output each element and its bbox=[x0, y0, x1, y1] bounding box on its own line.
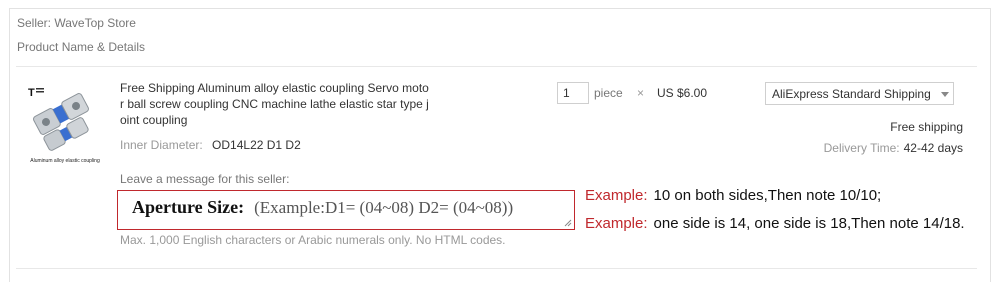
coupling-product-image: T Aluminum alloy elastic coupling bbox=[28, 87, 100, 164]
example-note: Example: 10 on both sides,Then note 10/10… bbox=[585, 187, 881, 204]
attribute-value: OD14L22 D1 D2 bbox=[212, 138, 301, 152]
aperture-label: Aperture Size: bbox=[132, 197, 245, 217]
divider bbox=[16, 66, 977, 67]
example-key: Example: bbox=[585, 187, 648, 204]
resize-handle-icon[interactable] bbox=[564, 219, 572, 227]
unit-price: US $6.00 bbox=[657, 86, 708, 100]
seller-name: Seller: WaveTop Store bbox=[17, 16, 136, 30]
multiply-symbol: × bbox=[637, 86, 645, 100]
divider bbox=[16, 268, 977, 269]
thumbnail-caption: Aluminum alloy elastic coupling bbox=[30, 158, 100, 164]
chevron-down-icon bbox=[941, 92, 949, 97]
product-thumbnail[interactable]: T Aluminum alloy elastic coupling bbox=[26, 82, 104, 166]
svg-text:T: T bbox=[28, 87, 35, 99]
seller-message-textarea[interactable]: Aperture Size: (Example:D1= (04~08) D2= (… bbox=[117, 190, 575, 230]
product-title[interactable]: Free Shipping Aluminum alloy elastic cou… bbox=[120, 80, 430, 128]
example-key: Example: bbox=[585, 215, 648, 232]
section-header: Product Name & Details bbox=[17, 40, 146, 54]
attribute-label: Inner Diameter: bbox=[120, 138, 203, 152]
delivery-label: Delivery Time: bbox=[823, 141, 900, 155]
example-text: 10 on both sides,Then note 10/10; bbox=[653, 187, 882, 204]
delivery-time: Delivery Time: 42-42 days bbox=[824, 141, 963, 155]
shipping-cost: Free shipping bbox=[890, 120, 963, 134]
example-text: one side is 14, one side is 18,Then note… bbox=[653, 215, 965, 232]
shipping-method-select[interactable]: AliExpress Standard Shipping bbox=[765, 82, 954, 105]
message-hint: Max. 1,000 English characters or Arabic … bbox=[120, 233, 506, 247]
quantity-input[interactable]: 1 bbox=[557, 82, 589, 104]
aperture-example: (Example:D1= (04~08) D2= (04~08)) bbox=[254, 198, 514, 217]
shipping-method-value: AliExpress Standard Shipping bbox=[772, 87, 931, 101]
delivery-value: 42-42 days bbox=[903, 141, 963, 155]
product-attribute: Inner Diameter: OD14L22 D1 D2 bbox=[120, 138, 301, 152]
message-label: Leave a message for this seller: bbox=[120, 172, 290, 186]
example-note: Example: one side is 14, one side is 18,T… bbox=[585, 215, 965, 232]
quantity-unit: piece bbox=[594, 86, 623, 100]
